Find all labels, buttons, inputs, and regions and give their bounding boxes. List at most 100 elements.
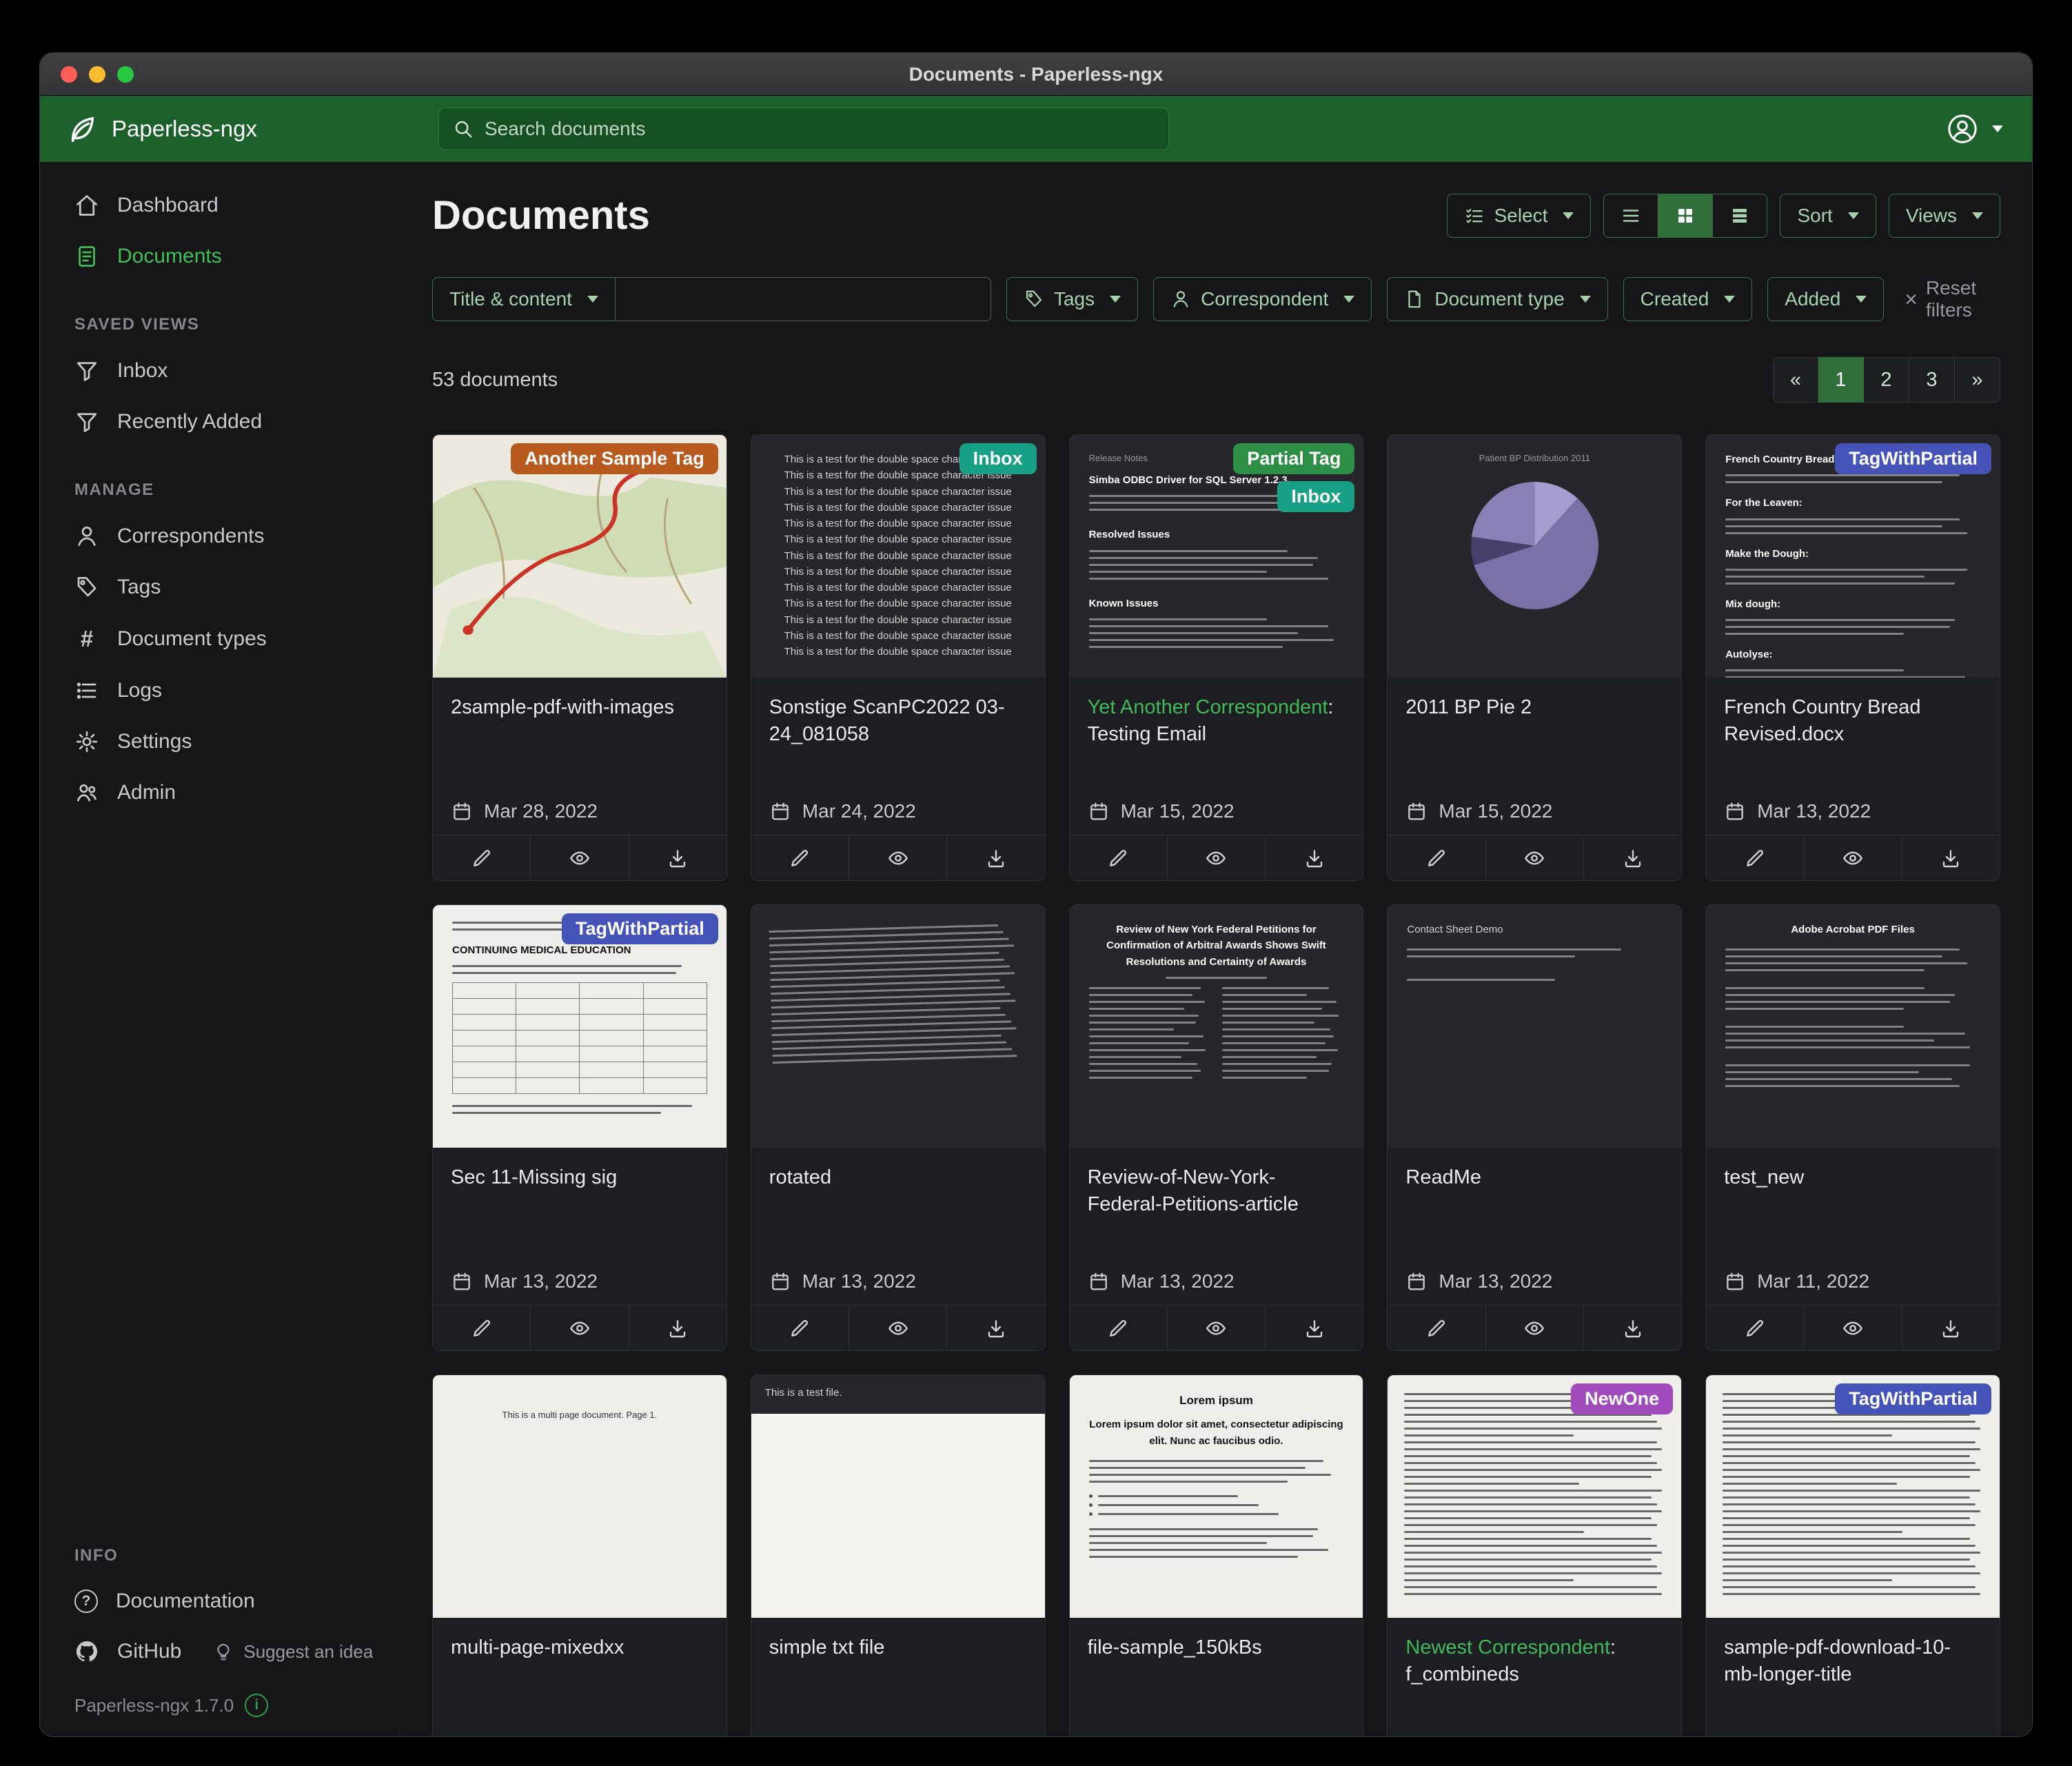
tag-pill[interactable]: Inbox [1277, 481, 1354, 512]
tag-pill[interactable]: TagWithPartial [1835, 443, 1991, 474]
document-title[interactable]: Yet Another Correspondent: Testing Email [1088, 694, 1345, 748]
document-title[interactable]: Newest Correspondent: f_combineds [1405, 1634, 1663, 1688]
document-title[interactable]: Sec 11-Missing sig [451, 1164, 709, 1191]
edit-button[interactable] [751, 1306, 849, 1350]
minimize-window-button[interactable] [89, 66, 105, 83]
document-thumbnail[interactable]: TagWithPartial CONTINUING MEDICAL EDUCAT… [433, 905, 727, 1148]
document-title[interactable]: Sonstige ScanPC2022 03-24_081058 [769, 694, 1027, 748]
sort-button[interactable]: Sort [1780, 194, 1876, 238]
view-button[interactable] [849, 1306, 946, 1350]
document-title[interactable]: multi-page-mixedxx [451, 1634, 709, 1661]
sidebar-item-correspondents[interactable]: Correspondents [40, 511, 400, 562]
created-filter-button[interactable]: Created [1623, 277, 1753, 321]
sidebar-item-document-types[interactable]: # Document types [40, 613, 400, 665]
document-thumbnail[interactable]: Partial TagInbox Release NotesSimba ODBC… [1070, 435, 1363, 678]
document-title[interactable]: Review-of-New-York-Federal-Petitions-art… [1088, 1164, 1345, 1218]
document-title[interactable]: sample-pdf-download-10-mb-longer-title [1724, 1634, 1982, 1688]
download-button[interactable] [1265, 835, 1363, 880]
document-title[interactable]: French Country Bread Revised.docx [1724, 694, 1982, 748]
document-thumbnail[interactable]: NewOne [1388, 1375, 1681, 1618]
tag-pill[interactable]: TagWithPartial [562, 913, 718, 944]
edit-button[interactable] [1070, 1306, 1167, 1350]
view-button[interactable] [1803, 835, 1901, 880]
document-thumbnail[interactable]: Patient BP Distribution 2011 [1388, 435, 1681, 678]
pagination-page-2[interactable]: 2 [1864, 357, 1909, 403]
edit-button[interactable] [433, 1306, 530, 1350]
sidebar-item-admin[interactable]: Admin [40, 767, 400, 818]
pagination-page-1[interactable]: 1 [1818, 357, 1864, 403]
edit-button[interactable] [751, 835, 849, 880]
edit-button[interactable] [1070, 835, 1167, 880]
pagination-prev[interactable]: « [1773, 357, 1818, 403]
sidebar-item-inbox[interactable]: Inbox [40, 345, 400, 396]
document-thumbnail[interactable] [751, 905, 1045, 1148]
correspondent-filter-button[interactable]: Correspondent [1153, 277, 1372, 321]
view-button[interactable] [1485, 1306, 1583, 1350]
view-button[interactable] [849, 835, 946, 880]
view-button[interactable] [1485, 835, 1583, 880]
correspondent-link[interactable]: Newest Correspondent [1405, 1636, 1610, 1658]
download-button[interactable] [1265, 1306, 1363, 1350]
edit-button[interactable] [433, 835, 530, 880]
views-button[interactable]: Views [1889, 194, 2000, 238]
detail-view-button[interactable] [1713, 194, 1767, 238]
tag-pill[interactable]: Partial Tag [1233, 443, 1354, 474]
close-window-button[interactable] [61, 66, 77, 83]
download-button[interactable] [1902, 1306, 2000, 1350]
document-title[interactable]: ReadMe [1405, 1164, 1663, 1191]
filter-query-input[interactable] [616, 277, 991, 321]
pagination-page-3[interactable]: 3 [1909, 357, 1955, 403]
edit-button[interactable] [1388, 835, 1485, 880]
sidebar-item-documentation[interactable]: ? Documentation [40, 1576, 400, 1626]
grid-view-button[interactable] [1658, 194, 1713, 238]
document-title[interactable]: rotated [769, 1164, 1027, 1191]
sidebar-item-suggest-idea[interactable]: Suggest an idea [202, 1628, 394, 1676]
zoom-window-button[interactable] [117, 66, 134, 83]
sidebar-item-settings[interactable]: Settings [40, 716, 400, 767]
document-thumbnail[interactable]: Contact Sheet Demo [1388, 905, 1681, 1148]
download-button[interactable] [946, 835, 1044, 880]
document-thumbnail[interactable]: TagWithPartial [1706, 1375, 2000, 1618]
title-content-dropdown[interactable]: Title & content [432, 277, 616, 321]
sidebar-item-documents[interactable]: Documents [40, 231, 400, 282]
document-thumbnail[interactable]: This is a test file. [751, 1375, 1045, 1618]
sidebar-item-logs[interactable]: Logs [40, 665, 400, 716]
download-button[interactable] [1583, 835, 1681, 880]
list-view-button[interactable] [1603, 194, 1658, 238]
tag-pill[interactable]: Another Sample Tag [511, 443, 718, 474]
reset-filters-button[interactable]: × Reset filters [1905, 277, 2000, 321]
view-button[interactable] [530, 835, 628, 880]
select-button[interactable]: Select [1447, 194, 1592, 238]
document-thumbnail[interactable]: Review of New York Federal Petitions for… [1070, 905, 1363, 1148]
search-input[interactable] [485, 118, 1155, 140]
download-button[interactable] [1583, 1306, 1681, 1350]
view-button[interactable] [530, 1306, 628, 1350]
document-title[interactable]: test_new [1724, 1164, 1982, 1191]
sidebar-item-github[interactable]: GitHub [40, 1626, 202, 1677]
user-menu[interactable] [1947, 113, 2003, 145]
download-button[interactable] [1902, 835, 2000, 880]
document-title[interactable]: 2sample-pdf-with-images [451, 694, 709, 721]
sidebar-item-tags[interactable]: Tags [40, 562, 400, 613]
document-type-filter-button[interactable]: Document type [1387, 277, 1607, 321]
edit-button[interactable] [1706, 1306, 1803, 1350]
download-button[interactable] [946, 1306, 1044, 1350]
view-button[interactable] [1167, 835, 1265, 880]
document-title[interactable]: simple txt file [769, 1634, 1027, 1661]
tag-pill[interactable]: TagWithPartial [1835, 1383, 1991, 1414]
document-thumbnail[interactable]: Lorem ipsumLorem ipsum dolor sit amet, c… [1070, 1375, 1363, 1618]
tags-filter-button[interactable]: Tags [1006, 277, 1138, 321]
document-thumbnail[interactable]: Inbox This is a test for the double spac… [751, 435, 1045, 678]
document-thumbnail[interactable]: TagWithPartial French Country BreadFor t… [1706, 435, 2000, 678]
correspondent-link[interactable]: Yet Another Correspondent [1088, 696, 1328, 718]
document-thumbnail[interactable]: This is a multi page document. Page 1. [433, 1375, 727, 1618]
document-title[interactable]: 2011 BP Pie 2 [1405, 694, 1663, 721]
added-filter-button[interactable]: Added [1767, 277, 1884, 321]
view-button[interactable] [1167, 1306, 1265, 1350]
edit-button[interactable] [1706, 835, 1803, 880]
document-thumbnail[interactable]: Adobe Acrobat PDF Files [1706, 905, 2000, 1148]
brand[interactable]: Paperless-ngx [66, 113, 390, 145]
sidebar-item-recently-added[interactable]: Recently Added [40, 396, 400, 447]
sidebar-item-dashboard[interactable]: Dashboard [40, 180, 400, 231]
document-title[interactable]: file-sample_150kBs [1088, 1634, 1345, 1661]
